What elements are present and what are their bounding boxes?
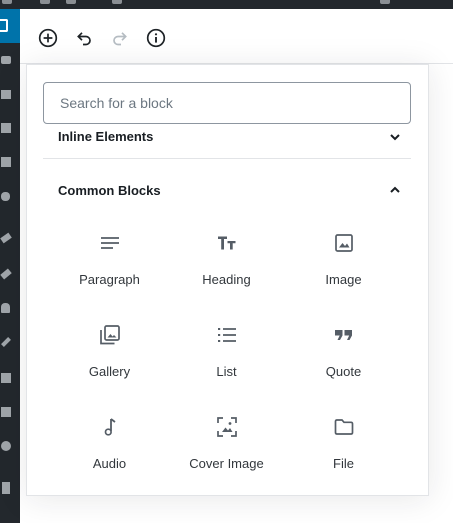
- comments-icon[interactable]: [112, 0, 122, 4]
- redo-icon: [113, 32, 127, 46]
- block-label: Paragraph: [79, 272, 140, 287]
- panel-inline-elements[interactable]: Inline Elements: [43, 127, 411, 159]
- image-icon: [332, 231, 356, 255]
- block-gallery[interactable]: Gallery: [51, 317, 168, 409]
- admin-sidebar: [0, 9, 20, 523]
- panel-title: Inline Elements: [58, 129, 154, 144]
- block-label: Heading: [202, 272, 251, 287]
- block-label: List: [216, 364, 237, 379]
- block-inserter-popover: Inline Elements Common Blocks Paragraph: [26, 64, 429, 496]
- block-cover-image[interactable]: Cover Image: [168, 409, 285, 495]
- block-paragraph[interactable]: Paragraph: [51, 225, 168, 317]
- content-info-button[interactable]: [144, 26, 168, 50]
- plus-circle-icon: [38, 28, 58, 48]
- block-editor: Inline Elements Common Blocks Paragraph: [20, 9, 453, 523]
- media-menu-icon[interactable]: [0, 155, 11, 169]
- block-list[interactable]: List: [168, 317, 285, 409]
- paragraph-icon: [98, 231, 122, 255]
- heading-icon: [215, 231, 239, 255]
- block-heading[interactable]: Heading: [168, 225, 285, 317]
- admin-bar: [0, 0, 453, 9]
- cover-image-icon: [215, 415, 239, 439]
- pages-menu-icon[interactable]: [0, 121, 11, 135]
- settings-menu-icon[interactable]: [0, 439, 11, 453]
- chevron-up-icon: [383, 178, 407, 202]
- quote-icon: [332, 323, 356, 347]
- list-icon: [215, 323, 239, 347]
- block-label: Audio: [92, 456, 127, 471]
- comments-menu-icon[interactable]: [0, 53, 11, 67]
- user-avatar-icon[interactable]: [380, 0, 390, 4]
- block-label: Quote: [325, 364, 362, 379]
- tools-menu-icon[interactable]: [0, 335, 11, 349]
- block-search-box: [43, 82, 411, 124]
- block-label: Gallery: [88, 364, 131, 379]
- block-search-input[interactable]: [44, 83, 410, 123]
- editor-toolbar: [20, 9, 453, 64]
- block-audio[interactable]: Audio: [51, 409, 168, 495]
- panel-common-blocks[interactable]: Common Blocks: [43, 177, 411, 203]
- plugins-menu-icon[interactable]: [0, 267, 12, 281]
- collapse-menu-icon[interactable]: [0, 481, 11, 495]
- block-image[interactable]: Image: [285, 225, 402, 317]
- block-label: File: [333, 456, 354, 471]
- gallery-icon: [98, 323, 122, 347]
- appearance-menu-icon[interactable]: [0, 231, 12, 245]
- undo-icon: [77, 32, 91, 46]
- block-file[interactable]: File: [285, 409, 402, 495]
- import-menu-icon[interactable]: [0, 371, 11, 385]
- info-icon: [146, 28, 166, 48]
- audio-icon: [98, 415, 122, 439]
- block-label: Cover Image: [189, 456, 264, 471]
- redo-button[interactable]: [108, 26, 132, 50]
- block-label: Image: [325, 272, 362, 287]
- add-block-button[interactable]: [36, 26, 60, 50]
- wordpress-logo-icon[interactable]: [2, 0, 12, 4]
- panel-title: Common Blocks: [58, 182, 161, 198]
- table-menu-icon[interactable]: [0, 405, 11, 419]
- users-menu-icon[interactable]: [0, 301, 11, 315]
- users-group-menu-icon[interactable]: [0, 189, 11, 203]
- updates-icon[interactable]: [66, 0, 76, 4]
- block-quote[interactable]: Quote: [285, 317, 402, 409]
- chevron-down-icon: [383, 127, 407, 149]
- feedback-menu-icon[interactable]: [0, 87, 11, 101]
- posts-icon: [0, 19, 8, 32]
- sidebar-item-posts[interactable]: [0, 9, 20, 43]
- site-name-icon[interactable]: [40, 0, 50, 4]
- undo-button[interactable]: [72, 26, 96, 50]
- file-icon: [332, 415, 356, 439]
- common-blocks-list: Paragraph Heading Image Gallery List Quo…: [51, 225, 403, 495]
